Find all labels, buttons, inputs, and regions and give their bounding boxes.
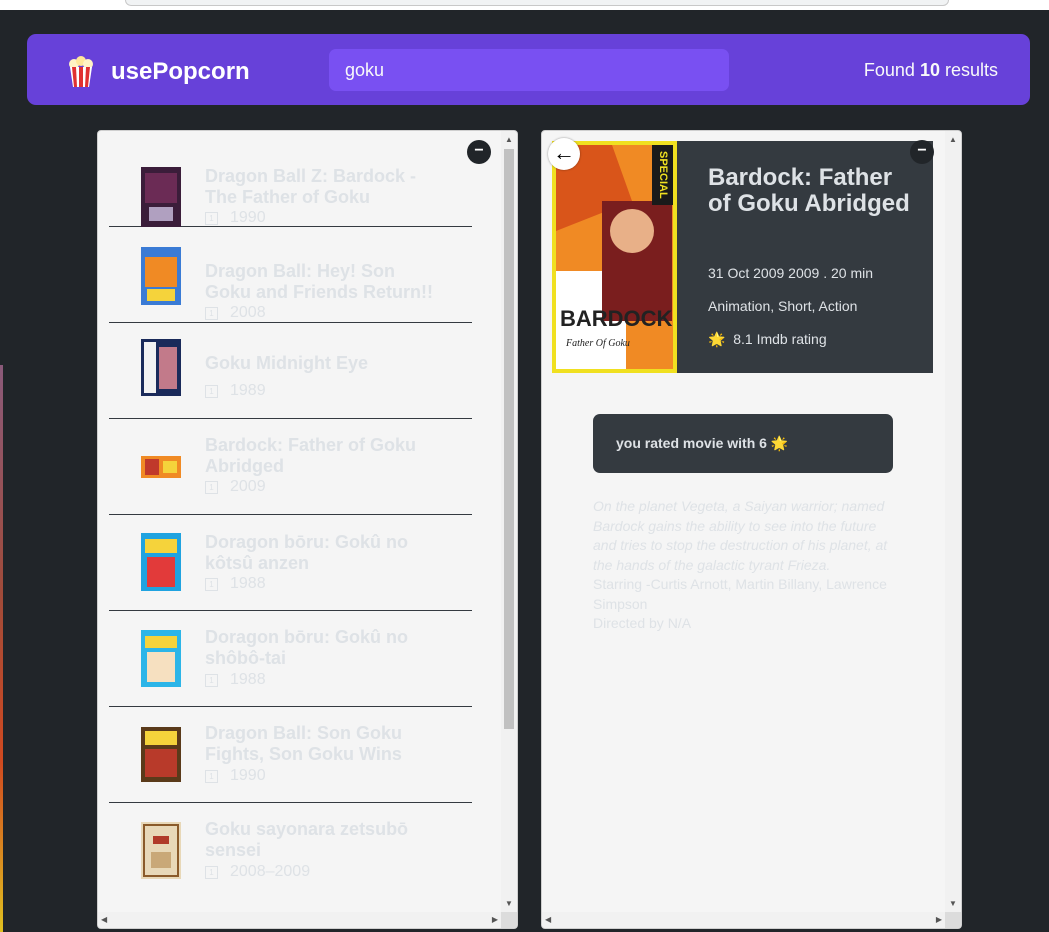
movie-year: 1 1988 (205, 575, 266, 593)
movie-poster (141, 339, 181, 396)
scroll-right-arrow-icon[interactable]: ▶ (936, 915, 942, 924)
movie-title: Doragon bōru: Gokû no kôtsû anzen (205, 532, 408, 573)
collapse-list-button[interactable]: − (467, 140, 491, 164)
list-item[interactable]: Doragon bōru: Gokû no shôbô-tai 1 1988 (109, 611, 472, 707)
movie-list: Dragon Ball Z: Bardock - The Father of G… (109, 131, 472, 898)
movie-year: 1 1988 (205, 671, 266, 689)
browser-tab-bar (125, 0, 949, 6)
popcorn-icon (69, 56, 93, 87)
movie-poster (141, 533, 181, 591)
calendar-icon: 1 (205, 769, 218, 783)
user-rating-box: you rated movie with 6 🌟 (593, 414, 893, 473)
details-vertical-scrollbar[interactable]: ▲ ▼ (945, 131, 961, 912)
list-item[interactable]: Dragon Ball: Son Goku Fights, Son Goku W… (109, 707, 472, 803)
calendar-icon: 1 (205, 211, 218, 225)
list-item[interactable]: Dragon Ball Z: Bardock - The Father of G… (109, 131, 472, 227)
svg-text:BARDOCK: BARDOCK (560, 306, 673, 331)
collapse-details-button[interactable]: − (910, 140, 934, 164)
calendar-icon: 1 (205, 865, 218, 879)
calendar-icon: 1 (205, 384, 218, 398)
logo: usePopcorn (67, 56, 250, 88)
details-plot: On the planet Vegeta, a Saiyan warrior; … (593, 497, 903, 634)
movie-poster (141, 822, 181, 879)
movie-poster (141, 247, 181, 305)
scroll-right-arrow-icon[interactable]: ▶ (492, 915, 498, 924)
movie-poster (141, 167, 181, 227)
list-item[interactable]: Goku Midnight Eye 1 1989 (109, 323, 472, 419)
details-horizontal-scrollbar[interactable]: ◀ ▶ (542, 912, 945, 928)
scroll-up-arrow-icon[interactable]: ▲ (949, 135, 957, 144)
movie-year: 1 1990 (205, 209, 266, 227)
app-name: usePopcorn (111, 58, 250, 85)
movie-year: 1 2008–2009 (205, 863, 310, 881)
scroll-left-arrow-icon[interactable]: ◀ (101, 915, 107, 924)
list-item[interactable]: Bardock: Father of Goku Abridged 1 2009 (109, 419, 472, 515)
browser-top-strip (0, 0, 1049, 10)
movie-poster (141, 727, 181, 782)
list-horizontal-scrollbar[interactable]: ◀ ▶ (98, 912, 501, 928)
list-item[interactable]: Dragon Ball: Hey! Son Goku and Friends R… (109, 227, 472, 323)
movie-list-box: − Dragon Ball Z: Bardock - The Father of… (97, 130, 518, 929)
list-item[interactable]: Goku sayonara zetsubō sensei 1 2008–2009 (109, 803, 472, 898)
movie-poster-large: SPECIAL BARDOCK Father Of Goku (552, 141, 677, 373)
results-number: 10 (919, 60, 940, 80)
movie-details-box: − SPECIAL BARDOCK Father Of Goku Bardock… (541, 130, 962, 929)
movie-title: Goku Midnight Eye (205, 353, 369, 373)
back-button[interactable]: ← (548, 138, 580, 170)
movie-poster (141, 456, 181, 478)
results-count: Found 10 results (863, 60, 998, 80)
movie-year: 1 2008 (205, 304, 266, 322)
scroll-up-arrow-icon[interactable]: ▲ (505, 135, 513, 144)
star-icon: 🌟 (770, 435, 789, 451)
starring-text: Starring -Curtis Arnott, Martin Billany,… (593, 576, 887, 612)
scroll-left-arrow-icon[interactable]: ◀ (545, 915, 551, 924)
calendar-icon: 1 (205, 480, 218, 494)
movie-title: Doragon bōru: Gokû no shôbô-tai (205, 627, 408, 668)
scrollbar-corner (945, 912, 961, 928)
calendar-icon: 1 (205, 577, 218, 591)
movie-year: 1 2009 (205, 478, 266, 496)
movie-year: 1 1990 (205, 767, 266, 785)
list-item[interactable]: Doragon bōru: Gokû no kôtsû anzen 1 1988 (109, 515, 472, 611)
calendar-icon: 1 (205, 673, 218, 687)
director-text: Directed by N/A (593, 615, 692, 631)
star-icon: 🌟 (708, 331, 726, 347)
svg-text:SPECIAL: SPECIAL (657, 151, 669, 199)
scrollbar-corner (501, 912, 517, 928)
plot-text: On the planet Vegeta, a Saiyan warrior; … (593, 498, 888, 573)
details-title: Bardock: Father of Goku Abridged (708, 164, 910, 217)
svg-text:Father Of Goku: Father Of Goku (565, 338, 630, 349)
movie-title: Dragon Ball: Hey! Son Goku and Friends R… (205, 261, 434, 302)
details-header: SPECIAL BARDOCK Father Of Goku Bardock: … (552, 141, 933, 373)
movie-title: Dragon Ball: Son Goku Fights, Son Goku W… (205, 723, 403, 764)
calendar-icon: 1 (205, 306, 218, 320)
details-rating: 🌟 8.1 Imdb rating (708, 331, 827, 347)
movie-title: Dragon Ball Z: Bardock - The Father of G… (205, 166, 417, 207)
list-vertical-scrollbar[interactable]: ▲ ▼ (501, 131, 517, 912)
scroll-down-arrow-icon[interactable]: ▼ (949, 899, 957, 908)
scrollbar-thumb[interactable] (504, 149, 514, 729)
window-edge (0, 365, 3, 932)
details-genre: Animation, Short, Action (708, 298, 858, 314)
movie-title: Bardock: Father of Goku Abridged (205, 435, 417, 476)
scroll-down-arrow-icon[interactable]: ▼ (505, 899, 513, 908)
navbar: usePopcorn Found 10 results (27, 34, 1030, 105)
details-release-runtime: 31 Oct 2009 2009 . 20 min (708, 265, 873, 281)
movie-year: 1 1989 (205, 382, 266, 400)
movie-title: Goku sayonara zetsubō sensei (205, 819, 409, 860)
search-input[interactable] (329, 49, 729, 91)
movie-poster (141, 630, 181, 687)
